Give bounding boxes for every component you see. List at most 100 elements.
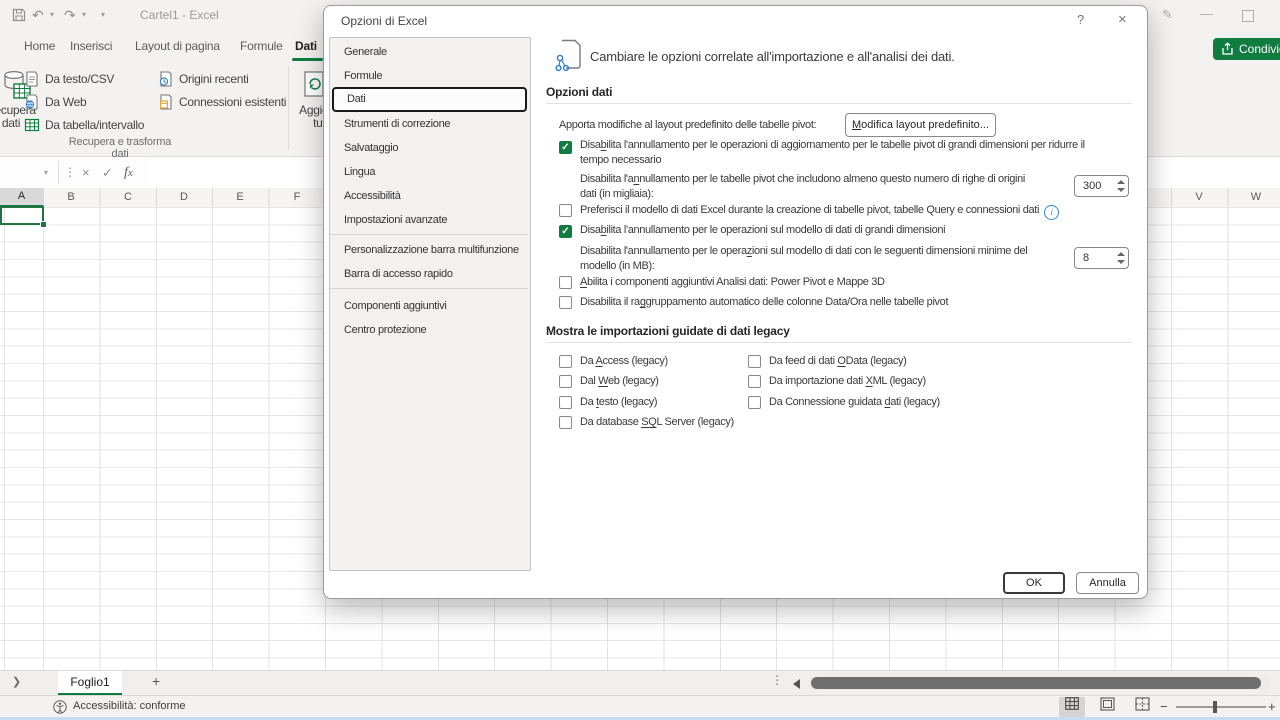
column-header[interactable]: E [212, 188, 268, 207]
checkbox-connessione-guidata-label[interactable]: Da Connessione guidata dati (legacy) [769, 395, 940, 410]
existing-connections-button[interactable]: Connessioni esistenti [158, 94, 174, 115]
horizontal-scrollbar-track[interactable] [808, 676, 1270, 690]
checkbox-da-importazione-xml[interactable] [748, 375, 761, 388]
tab-inserisci[interactable]: Inserisci [70, 30, 112, 62]
column-header[interactable]: F [269, 188, 325, 207]
checkbox-dal-web-label[interactable]: Dal Web (legacy) [580, 374, 659, 389]
horizontal-scrollbar-thumb[interactable] [811, 677, 1261, 689]
checkbox-da-testo[interactable] [559, 396, 572, 409]
spinner-up-icon[interactable] [1117, 252, 1125, 256]
pivot-rows-value[interactable]: 300 [1075, 176, 1128, 196]
modify-default-layout-button[interactable]: Modifica layout predefinito... [845, 113, 996, 137]
checkbox-da-importazione-xml-label[interactable]: Da importazione dati XML (legacy) [769, 374, 926, 389]
nav-item-dati-selected[interactable]: Dati [332, 87, 527, 112]
undo-icon[interactable]: ↶ [32, 0, 44, 30]
share-button[interactable]: Condividi [1213, 38, 1280, 60]
tab-home[interactable]: Home [24, 30, 55, 62]
from-text-csv-button[interactable]: Da testo/CSV [24, 71, 40, 92]
model-size-spinner[interactable]: 8 [1074, 247, 1129, 269]
name-box[interactable]: ▾ [0, 157, 57, 188]
qat-overflow-icon[interactable]: ▾ [101, 0, 105, 30]
nav-item-generale[interactable]: Generale [331, 40, 527, 64]
checkbox-prefer-data-model[interactable] [559, 204, 572, 217]
checkbox-da-sql-server-label[interactable]: Da database SQL Server (legacy) [580, 415, 734, 430]
selected-cell-a1[interactable] [0, 206, 44, 225]
nav-item-centro-protezione[interactable]: Centro protezione [331, 318, 527, 342]
spinner-down-icon[interactable] [1117, 260, 1125, 264]
name-box-dropdown-icon[interactable]: ▾ [44, 157, 48, 188]
fx-icon[interactable]: fx [124, 157, 133, 189]
nav-item-accessibilita[interactable]: Accessibilità [331, 184, 527, 208]
redo-icon[interactable]: ↷ [64, 0, 76, 30]
nav-item-impostazioni-avanzate[interactable]: Impostazioni avanzate [331, 208, 527, 232]
view-page-layout-button[interactable] [1094, 697, 1120, 717]
nav-item-barra-accesso-rapido[interactable]: Barra di accesso rapido [331, 262, 527, 286]
zoom-in-button[interactable]: + [1268, 699, 1276, 714]
nav-item-componenti-aggiuntivi[interactable]: Componenti aggiuntivi [331, 294, 527, 318]
view-page-break-button[interactable] [1129, 697, 1155, 717]
pivot-rows-spinner[interactable]: 300 [1074, 175, 1129, 197]
tab-scroll-splitter-icon[interactable]: ⋮ [771, 673, 783, 687]
spinner-down-icon[interactable] [1117, 188, 1125, 192]
save-icon[interactable] [12, 8, 26, 27]
zoom-slider-track[interactable] [1176, 706, 1266, 708]
checkbox-disable-grouping[interactable] [559, 296, 572, 309]
column-header[interactable]: W [1228, 188, 1280, 207]
column-header[interactable]: B [43, 188, 99, 207]
undo-dropdown-icon[interactable]: ▾ [50, 0, 54, 30]
checkbox-disable-undo-model[interactable]: ✓ [559, 225, 572, 238]
scroll-left-arrow-icon[interactable] [793, 679, 800, 689]
column-header-a-selected[interactable]: A [0, 188, 43, 207]
checkbox-da-access-label[interactable]: Da Access (legacy) [580, 354, 668, 369]
recent-sources-button[interactable]: Origini recenti [158, 71, 174, 92]
tab-formule[interactable]: Formule [240, 30, 283, 62]
info-icon[interactable]: i [1044, 205, 1059, 220]
minimize-icon[interactable]: — [1200, 0, 1213, 29]
restore-icon[interactable] [1242, 10, 1254, 22]
zoom-slider-thumb[interactable] [1213, 701, 1217, 713]
add-sheet-button[interactable]: + [152, 673, 160, 689]
pen-icon[interactable]: ✎ [1162, 0, 1173, 30]
confirm-entry-icon[interactable]: ✓ [102, 157, 113, 188]
checkbox-enable-addins-label[interactable]: Abilita i componenti aggiuntivi Analisi … [580, 275, 885, 290]
from-table-range-button[interactable]: Da tabella/intervallo [24, 117, 40, 138]
spinner-up-icon[interactable] [1117, 180, 1125, 184]
view-normal-button[interactable] [1059, 697, 1085, 717]
nav-item-formule[interactable]: Formule [331, 64, 527, 88]
sheet-tab-foglio1[interactable]: Foglio1 [58, 671, 122, 696]
checkbox-da-testo-label[interactable]: Da testo (legacy) [580, 395, 657, 410]
checkbox-prefer-data-model-label[interactable]: Preferisci il modello di dati Excel dura… [580, 203, 1059, 220]
checkbox-da-sql-server[interactable] [559, 416, 572, 429]
dialog-help-button[interactable]: ? [1077, 12, 1084, 27]
nav-item-lingua[interactable]: Lingua [331, 160, 527, 184]
checkbox-disable-grouping-label[interactable]: Disabilita il raggruppamento automatico … [580, 295, 948, 310]
accessibility-status[interactable]: Accessibilità: conforme [73, 700, 186, 712]
sheet-nav-chevron-icon[interactable]: ❯ [12, 675, 21, 688]
checkbox-disable-undo-refresh-label[interactable]: Disabilita l'annullamento per le operazi… [580, 138, 1145, 168]
formula-bar-handle-icon[interactable]: ⋮ [64, 157, 76, 188]
nav-item-personalizzazione-barra[interactable]: Personalizzazione barra multifunzione [331, 238, 527, 262]
column-header[interactable]: V [1171, 188, 1227, 207]
checkbox-da-feed-odata[interactable] [748, 355, 761, 368]
redo-dropdown-icon[interactable]: ▾ [82, 0, 86, 30]
checkbox-disable-undo-model-label[interactable]: Disabilita l'annullamento per le operazi… [580, 223, 1145, 238]
dialog-close-icon[interactable]: × [1118, 11, 1127, 28]
model-size-value[interactable]: 8 [1075, 248, 1128, 268]
checkbox-disable-undo-refresh[interactable]: ✓ [559, 141, 572, 154]
checkbox-connessione-guidata[interactable] [748, 396, 761, 409]
tab-layout-di-pagina[interactable]: Layout di pagina [135, 30, 220, 62]
fill-handle[interactable] [40, 221, 47, 228]
checkbox-da-access[interactable] [559, 355, 572, 368]
cancel-button[interactable]: Annulla [1076, 572, 1139, 594]
checkbox-da-feed-odata-label[interactable]: Da feed di dati OData (legacy) [769, 354, 907, 369]
checkbox-dal-web[interactable] [559, 375, 572, 388]
ok-button[interactable]: OK [1003, 572, 1065, 594]
nav-item-salvataggio[interactable]: Salvataggio [331, 136, 527, 160]
nav-item-strumenti-di-correzione[interactable]: Strumenti di correzione [331, 112, 527, 136]
checkbox-enable-addins[interactable] [559, 276, 572, 289]
column-header[interactable]: D [156, 188, 212, 207]
from-web-button[interactable]: Da Web [24, 94, 40, 115]
zoom-out-button[interactable]: − [1160, 699, 1168, 714]
cancel-entry-icon[interactable]: × [82, 157, 90, 188]
column-header[interactable]: C [100, 188, 156, 207]
